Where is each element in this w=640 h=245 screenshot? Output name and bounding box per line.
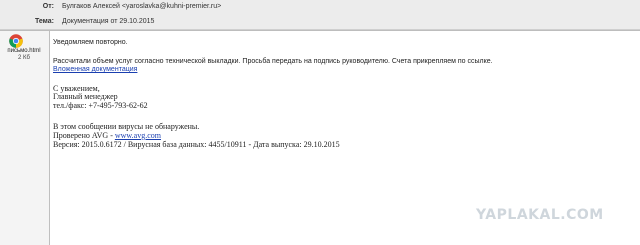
from-value[interactable]: Булгаков Алексей <yaroslavka@kuhni-premi… xyxy=(62,3,221,10)
from-label: От: xyxy=(42,3,54,10)
subject-row: Тема: Документация от 29.10.2015 xyxy=(0,15,640,30)
av-checked-line: Проверено AVG - www.avg.com xyxy=(53,131,161,140)
attachment-name[interactable]: письмо.html xyxy=(0,48,48,54)
body-line-1: Уведомляем повторно. xyxy=(53,39,128,46)
av-checked-prefix: Проверено AVG - xyxy=(53,131,115,140)
attachment-pane: письмо.html 2 Кб xyxy=(0,31,50,245)
av-status: В этом сообщении вирусы не обнаружены. xyxy=(53,122,200,131)
avg-link[interactable]: www.avg.com xyxy=(115,131,161,140)
signature-title: Главный менеджер xyxy=(53,92,118,101)
attachment-link[interactable]: Вложенная документация xyxy=(53,66,137,73)
body-line-2: Рассчитали объем услуг согласно техничес… xyxy=(53,58,493,65)
chrome-icon[interactable] xyxy=(9,34,23,48)
header-divider xyxy=(0,30,640,31)
site-watermark: YAPLAKAL.COM xyxy=(476,207,604,223)
subject-label: Тема: xyxy=(34,18,54,25)
attachment-size: 2 Кб xyxy=(18,55,30,61)
subject-value: Документация от 29.10.2015 xyxy=(62,18,155,25)
signature-phone: тел./факс: +7-495-793-62-62 xyxy=(53,101,148,110)
av-version: Версия: 2015.0.6172 / Вирусная база данн… xyxy=(53,140,340,149)
